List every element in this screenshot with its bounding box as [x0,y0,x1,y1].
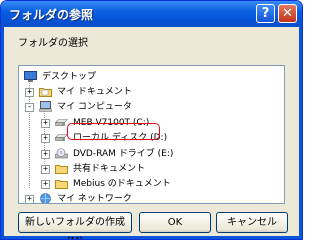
tree-item-label: MEB V7100T (C:) [73,118,150,128]
tree-item-my-network[interactable]: + マイ ネットワーク [25,191,225,204]
expand-toggle[interactable]: + [25,88,34,97]
window-border-bottom [1,236,302,239]
tree-item-label: マイ コンピュータ [57,102,132,112]
expand-toggle[interactable]: + [41,119,50,128]
expand-toggle[interactable]: + [25,195,34,203]
tree-item-my-documents[interactable]: + マイ ドキュメント [25,84,225,100]
tree-item-label: マイ ネットワーク [57,194,132,204]
tree-item-drive-e[interactable]: + DVD-RAM ドライブ (E:) [41,146,261,162]
browse-folder-dialog: フォルダの参照 ? ✕ フォルダの選択 デスクトップ + マイ ドキュメント -… [0,0,303,240]
computer-icon [39,101,52,112]
tree-item-label: Mebius のドキュメント [73,179,171,189]
window-border-left [1,27,4,239]
close-icon: ✕ [282,6,293,21]
tree-item-label: ローカル ディスク (D:) [73,133,168,143]
tree-item-label: DVD-RAM ドライブ (E:) [73,149,174,159]
expand-toggle[interactable]: + [41,150,50,159]
cancel-button[interactable]: キャンセル [216,212,288,233]
title-bar[interactable]: フォルダの参照 ? ✕ [1,1,302,27]
expand-toggle[interactable]: + [41,180,50,189]
tree-item-label: デスクトップ [42,72,97,82]
folder-icon [55,165,68,174]
hard-drive-icon [55,119,68,126]
hard-drive-icon [55,134,68,141]
tree-item-label: 共有ドキュメント [73,164,146,174]
tree-item-label: マイ ドキュメント [57,87,132,97]
desktop-icon [24,71,37,82]
dvd-drive-icon [55,148,68,159]
expand-toggle[interactable]: + [41,165,50,174]
tree-item-drive-d[interactable]: + ローカル ディスク (D:) [41,130,241,146]
new-folder-button[interactable]: 新しいフォルダの作成(M) [18,212,132,239]
tree-item-mebius-documents[interactable]: + Mebius のドキュメント [41,176,261,192]
question-icon: ? [261,6,270,21]
folder-icon [55,180,68,189]
expand-toggle[interactable]: + [41,134,50,143]
tree-item-my-computer[interactable]: - マイ コンピュータ [25,99,225,115]
tree-item-drive-c[interactable]: + MEB V7100T (C:) [41,115,241,131]
collapse-toggle[interactable]: - [25,103,34,112]
close-button[interactable]: ✕ [278,4,297,23]
window-title: フォルダの参照 [9,8,94,22]
tree-item-shared-documents[interactable]: + 共有ドキュメント [41,161,241,177]
network-icon [40,193,51,203]
folder-icon [39,88,52,97]
instruction-text: フォルダの選択 [18,38,88,49]
window-border-right [299,27,302,239]
ok-button[interactable]: OK [139,212,211,233]
help-button[interactable]: ? [256,4,275,23]
folder-tree[interactable]: デスクトップ + マイ ドキュメント - マイ コンピュータ + MEB V71… [18,65,285,204]
